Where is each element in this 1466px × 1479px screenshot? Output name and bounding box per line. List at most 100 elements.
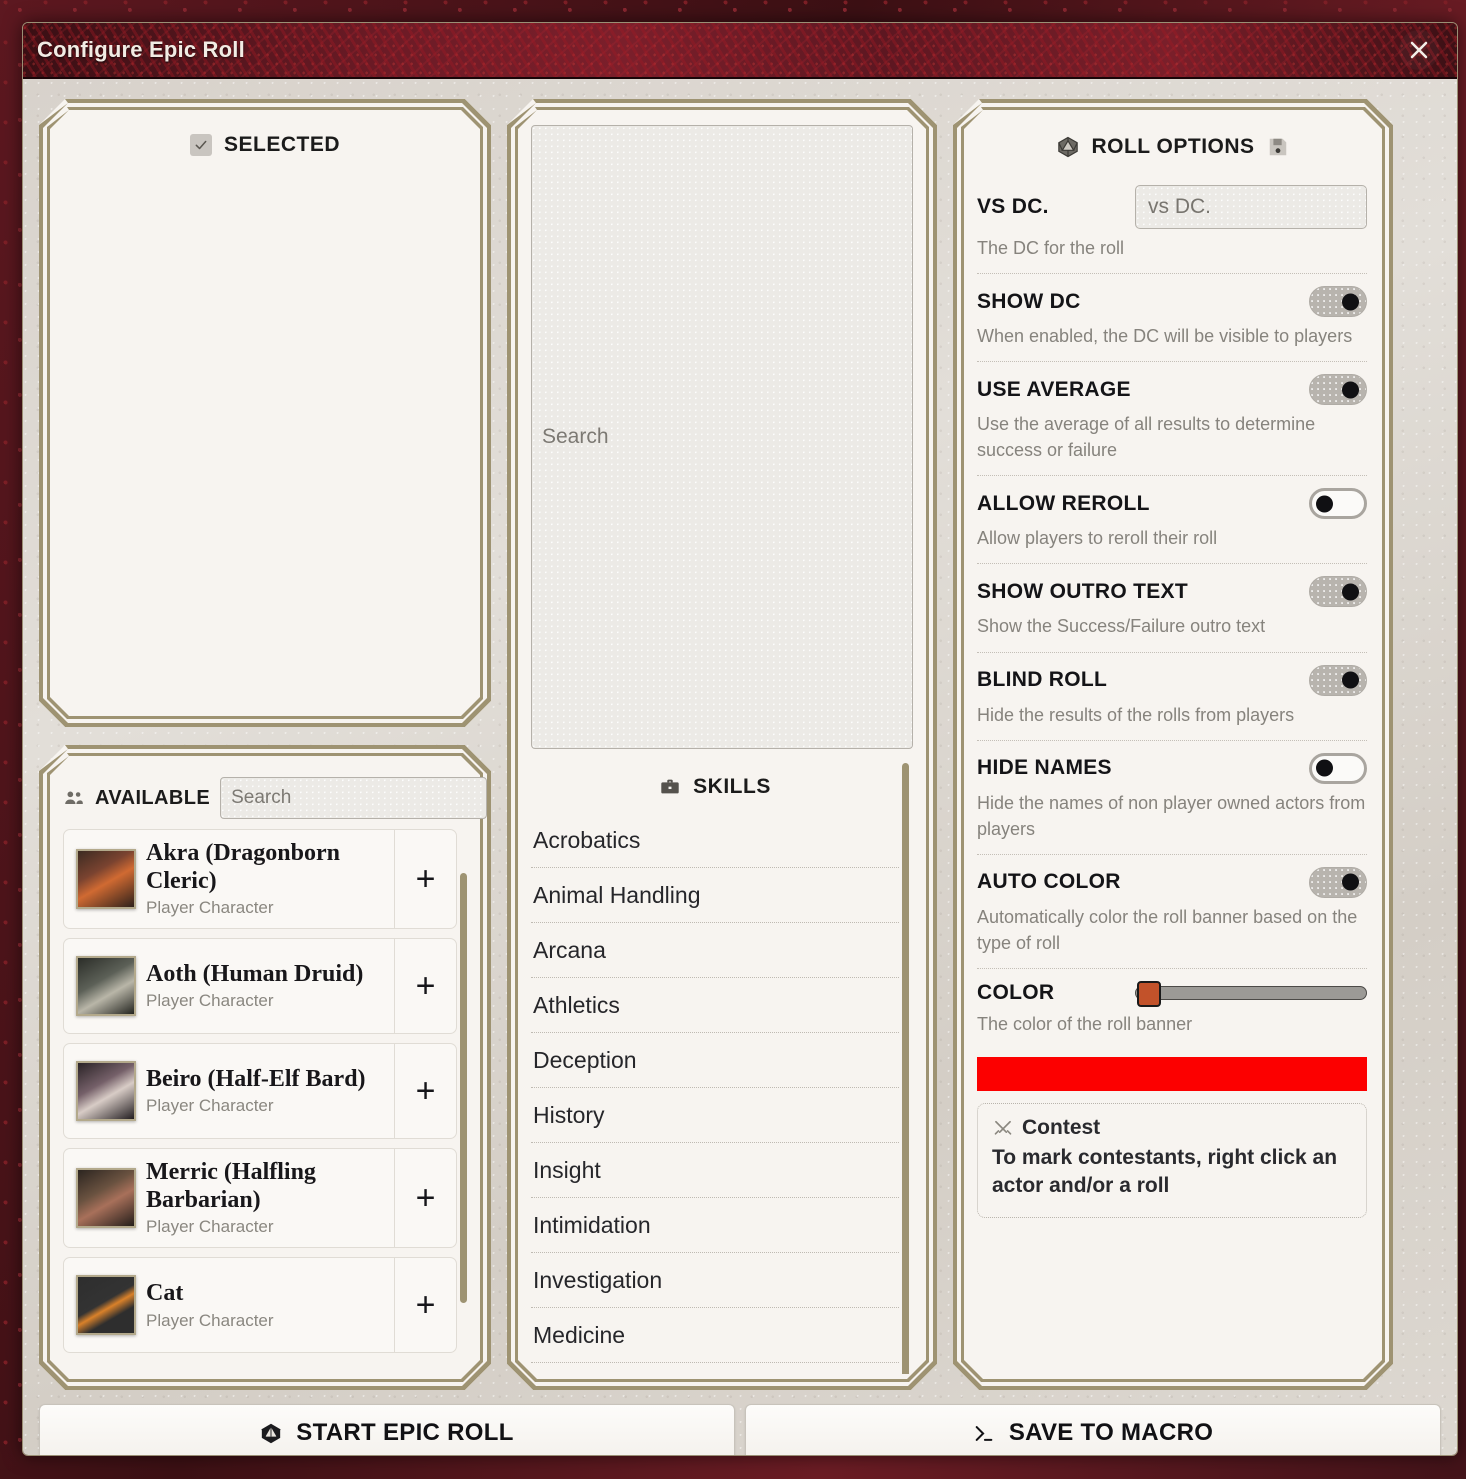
option-label: AUTO COLOR (977, 870, 1121, 894)
option-hint: Automatically color the roll banner base… (977, 898, 1367, 969)
dialog-title: Configure Epic Roll (37, 37, 245, 63)
add-actor-button[interactable]: + (394, 1149, 456, 1247)
save-to-macro-button[interactable]: SAVE TO MACRO (745, 1404, 1441, 1456)
roll-list-item[interactable]: Athletics (531, 978, 899, 1033)
available-actor-row[interactable]: Beiro (Half-Elf Bard)Player Character+ (63, 1043, 457, 1139)
toggle-switch[interactable] (1309, 753, 1367, 784)
toggle-switch[interactable] (1309, 665, 1367, 696)
toggle-knob (1342, 874, 1359, 891)
rolls-group-title: SKILLS (693, 775, 771, 799)
available-actor-list[interactable]: Akra (Dragonborn Cleric) Player Character… (63, 829, 467, 1374)
selected-panel-title: SELECTED (224, 133, 340, 157)
dialog-footer: START EPIC ROLL SAVE TO MACRO (39, 1390, 1441, 1456)
vs-dc-label: VS DC. (977, 195, 1049, 219)
people-icon (63, 787, 85, 809)
left-column: SELECTED (39, 99, 491, 1390)
roll-list-item[interactable]: Insight (531, 1143, 899, 1198)
selected-panel-header: SELECTED (63, 115, 467, 163)
actor-name: Cat (146, 1280, 388, 1308)
option-label: SHOW OUTRO TEXT (977, 580, 1188, 604)
toggle-switch[interactable] (1309, 374, 1367, 405)
available-actor-row[interactable]: Merric (Halfling Barbarian)Player Charac… (63, 1148, 457, 1248)
actor-type: Player Character (146, 991, 388, 1011)
contest-callout: ContestTo mark contestants, right click … (977, 1103, 1367, 1218)
actor-name: Akra (Dragonborn Cleric) (146, 840, 388, 895)
option-label: SHOW DC (977, 290, 1081, 314)
color-swatch[interactable] (977, 1057, 1367, 1091)
option-hint: Hide the results of the rolls from playe… (977, 696, 1367, 741)
add-actor-button[interactable]: + (394, 1044, 456, 1138)
roll-list-item[interactable]: Investigation (531, 1253, 899, 1308)
toggle-knob (1342, 583, 1359, 600)
option-hint: When enabled, the DC will be visible to … (977, 317, 1367, 362)
available-list-scrollbar[interactable] (460, 873, 467, 1303)
option-label: ALLOW REROLL (977, 492, 1150, 516)
actor-name: Merric (Halfling Barbarian) (146, 1159, 388, 1214)
rolls-list-scrollbar[interactable] (902, 763, 909, 1375)
close-icon[interactable] (1399, 30, 1439, 70)
configure-epic-roll-dialog: Configure Epic Roll SELECTED (22, 22, 1458, 1456)
actor-portrait (76, 956, 136, 1016)
selected-panel: SELECTED (39, 99, 491, 727)
available-panel: AVAILABLE Akra (Dragonborn Cleric) Player… (39, 745, 491, 1390)
option-row-show-outro-text: SHOW OUTRO TEXT (977, 564, 1367, 607)
vs-dc-hint: The DC for the roll (977, 229, 1367, 274)
actor-type: Player Character (146, 1311, 388, 1331)
available-actor-row[interactable]: Aoth (Human Druid)Player Character+ (63, 938, 457, 1034)
actor-meta: Merric (Halfling Barbarian)Player Charac… (146, 1149, 394, 1247)
rolls-scroll-region[interactable]: SKILLS AcrobaticsAnimal HandlingArcanaAth… (531, 753, 913, 1375)
toggle-switch[interactable] (1309, 286, 1367, 317)
color-slider[interactable] (1135, 986, 1367, 1000)
color-slider-thumb[interactable] (1137, 981, 1161, 1007)
crossed-swords-icon (992, 1117, 1014, 1139)
actor-type: Player Character (146, 898, 388, 918)
contest-title-label: Contest (1022, 1116, 1100, 1140)
actor-portrait (76, 1168, 136, 1228)
roll-list-item[interactable]: Nature (531, 1363, 899, 1375)
add-actor-button[interactable]: + (394, 939, 456, 1033)
available-search-input[interactable] (220, 777, 487, 819)
selected-items-list[interactable] (63, 163, 467, 711)
actor-portrait (76, 1275, 136, 1335)
toggle-switch[interactable] (1309, 488, 1367, 519)
roll-options-header: ROLL OPTIONS (977, 115, 1369, 173)
close-glyph (1407, 38, 1431, 62)
contest-text: To mark contestants, right click an acto… (992, 1140, 1352, 1201)
actor-meta: Aoth (Human Druid)Player Character (146, 939, 394, 1033)
option-row-allow-reroll: ALLOW REROLL (977, 476, 1367, 519)
toggle-switch[interactable] (1309, 867, 1367, 898)
roll-list-item[interactable]: History (531, 1088, 899, 1143)
roll-list-item[interactable]: Deception (531, 1033, 899, 1088)
columns-container: SELECTED (39, 99, 1441, 1390)
floppy-save-icon[interactable] (1267, 136, 1289, 158)
available-actor-row[interactable]: Akra (Dragonborn Cleric) Player Character… (63, 829, 457, 929)
option-row-hide-names: HIDE NAMES (977, 741, 1367, 784)
roll-options-scroll[interactable]: VS DC. The DC for the roll SHOW DC When ena… (977, 173, 1369, 1374)
available-panel-header: AVAILABLE (63, 761, 467, 829)
rolls-search-input[interactable] (531, 125, 913, 749)
roll-list-item[interactable]: Acrobatics (531, 813, 899, 868)
vs-dc-row: VS DC. (977, 173, 1367, 229)
actor-name: Aoth (Human Druid) (146, 961, 388, 989)
available-actor-row[interactable]: Cat Player Character + (63, 1257, 457, 1353)
actor-name: Beiro (Half-Elf Bard) (146, 1066, 388, 1094)
start-epic-roll-label: START EPIC ROLL (296, 1419, 513, 1447)
roll-list-item[interactable]: Animal Handling (531, 868, 899, 923)
add-actor-button[interactable]: + (394, 1258, 456, 1352)
toggle-knob (1342, 381, 1359, 398)
roll-list-item[interactable]: Intimidation (531, 1198, 899, 1253)
roll-list-item[interactable]: Arcana (531, 923, 899, 978)
vs-dc-input[interactable] (1135, 185, 1367, 229)
option-label: USE AVERAGE (977, 378, 1131, 402)
start-epic-roll-button[interactable]: START EPIC ROLL (39, 1404, 735, 1456)
roll-list-item[interactable]: Medicine (531, 1308, 899, 1363)
add-actor-button[interactable]: + (394, 830, 456, 928)
briefcase-icon (659, 776, 681, 798)
color-hint: The color of the roll banner (977, 1005, 1367, 1049)
option-hint: Use the average of all results to determ… (977, 405, 1367, 476)
toggle-switch[interactable] (1309, 576, 1367, 607)
dialog-titlebar: Configure Epic Roll (23, 23, 1457, 79)
d20-icon (260, 1422, 282, 1444)
roll-options-panel: ROLL OPTIONS VS DC. The DC for the roll SH… (953, 99, 1393, 1390)
actor-meta: Cat Player Character (146, 1258, 394, 1352)
